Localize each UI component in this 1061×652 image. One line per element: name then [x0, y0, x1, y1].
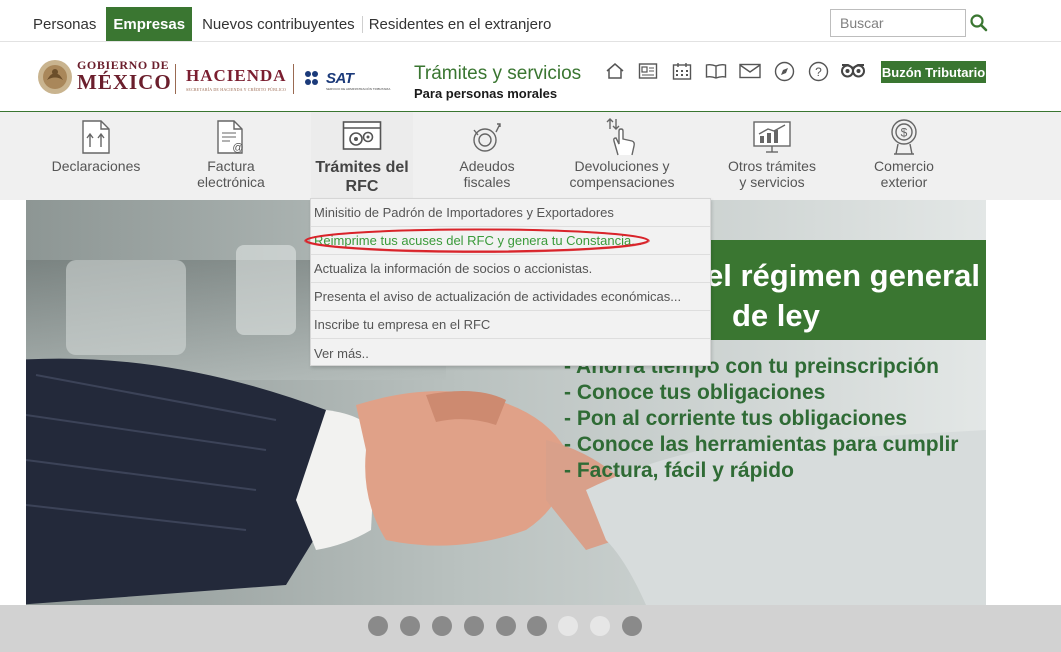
- category-devoluciones[interactable]: Devoluciones y compensaciones: [566, 112, 678, 200]
- carousel-dot[interactable]: [464, 616, 484, 636]
- owl-icon[interactable]: [840, 60, 866, 82]
- mail-icon[interactable]: [739, 60, 761, 82]
- buzon-tributario-button[interactable]: Buzón Tributario: [881, 61, 986, 83]
- sat-logo[interactable]: SAT: [326, 70, 354, 87]
- compass-icon[interactable]: [773, 60, 795, 82]
- eagle-emblem-icon: [36, 58, 74, 101]
- dropdown-item-reimprime-acuses[interactable]: Reimprime tus acuses del RFC y genera tu…: [311, 227, 710, 255]
- tramites-rfc-icon: [342, 112, 382, 156]
- hero-bullet: - Factura, fácil y rápido: [564, 459, 794, 482]
- carousel-dot[interactable]: [400, 616, 420, 636]
- hero-bullet: - Pon al corriente tus obligaciones: [564, 407, 908, 430]
- category-declaraciones[interactable]: Declaraciones: [46, 112, 146, 200]
- dropdown-item-actividades-economicas[interactable]: Presenta el aviso de actualización de ac…: [311, 283, 710, 311]
- search-icon[interactable]: [967, 10, 991, 36]
- category-nav: Declaraciones @ Factura electrónica Trámi…: [0, 112, 1061, 200]
- nav-residentes-extranjero[interactable]: Residentes en el extranjero: [361, 7, 559, 41]
- carousel-dot[interactable]: [527, 616, 547, 636]
- audience-nav: Personas Empresas Nuevos contribuyentes …: [26, 7, 558, 41]
- category-label: Trámites del RFC: [315, 159, 409, 195]
- dropdown-item-inscribe-empresa[interactable]: Inscribe tu empresa en el RFC: [311, 311, 710, 339]
- svg-text:$: $: [901, 126, 908, 140]
- category-label: Otros trámites y servicios: [728, 158, 816, 190]
- category-tramites-rfc[interactable]: Trámites del RFC: [311, 112, 413, 200]
- otros-tramites-icon: [752, 112, 792, 156]
- comercio-exterior-icon: $: [888, 112, 920, 156]
- category-adeudos-fiscales[interactable]: Adeudos fiscales: [446, 112, 528, 200]
- hacienda-logo[interactable]: HACIENDA SECRETARÍA DE HACIENDA Y CRÉDIT…: [186, 67, 287, 92]
- logo-divider: [293, 64, 294, 94]
- declaraciones-icon: [81, 112, 111, 156]
- category-otros-tramites[interactable]: Otros trámites y servicios: [720, 112, 824, 200]
- hacienda-subtitle: SECRETARÍA DE HACIENDA Y CRÉDITO PÚBLICO: [186, 87, 287, 92]
- dropdown-item-padron-importadores[interactable]: Minisitio de Padrón de Importadores y Ex…: [311, 199, 710, 227]
- gob-line2: MÉXICO: [77, 70, 172, 94]
- category-comercio-exterior[interactable]: $ Comercio exterior: [866, 112, 942, 200]
- page-subtitle: Para personas morales: [414, 86, 558, 101]
- carousel-dot[interactable]: [432, 616, 452, 636]
- news-icon[interactable]: [637, 60, 659, 82]
- svg-text:@: @: [232, 142, 243, 154]
- nav-personas[interactable]: Personas: [26, 7, 103, 41]
- svg-text:?: ?: [815, 65, 822, 79]
- nav-empresas[interactable]: Empresas: [106, 7, 193, 41]
- help-icon[interactable]: ?: [807, 60, 829, 82]
- category-label: Factura electrónica: [197, 158, 265, 190]
- hero-green-banner: el régimen general de ley: [706, 240, 986, 340]
- category-factura-electronica[interactable]: @ Factura electrónica: [186, 112, 276, 200]
- hero-bullet: - Conoce tus obligaciones: [564, 381, 826, 404]
- category-label: Adeudos fiscales: [459, 158, 515, 190]
- carousel-bar: [0, 605, 1061, 652]
- carousel-dot[interactable]: [590, 616, 610, 636]
- gobierno-mexico-logo[interactable]: GOBIERNO DE MÉXICO: [77, 59, 172, 93]
- search-input[interactable]: [830, 9, 966, 37]
- dropdown-item-ver-mas[interactable]: Ver más..: [311, 339, 710, 367]
- book-icon[interactable]: [705, 60, 727, 82]
- category-label: Comercio exterior: [874, 158, 934, 190]
- home-icon[interactable]: [604, 60, 626, 82]
- factura-icon: @: [216, 112, 246, 156]
- adeudos-icon: [469, 112, 505, 156]
- tramites-rfc-dropdown: Minisitio de Padrón de Importadores y Ex…: [310, 198, 711, 366]
- hero-banner-line1: el régimen general: [706, 258, 980, 293]
- page-title: Trámites y servicios: [414, 63, 582, 84]
- carousel-dot[interactable]: [496, 616, 516, 636]
- logo-divider: [175, 64, 176, 94]
- carousel-dot[interactable]: [558, 616, 578, 636]
- nav-nuevos-contribuyentes[interactable]: Nuevos contribuyentes: [195, 7, 362, 41]
- category-label: Devoluciones y compensaciones: [569, 158, 675, 190]
- site-header: GOBIERNO DE MÉXICO HACIENDA SECRETARÍA D…: [0, 42, 1061, 112]
- carousel-dot[interactable]: [368, 616, 388, 636]
- sat-subtitle: SERVICIO DE ADMINISTRACIÓN TRIBUTARIA: [326, 87, 391, 91]
- top-bar: Personas Empresas Nuevos contribuyentes …: [0, 0, 1061, 42]
- category-label: Declaraciones: [51, 158, 141, 174]
- hero-bullet: - Conoce las herramientas para cumplir: [564, 433, 959, 456]
- calendar-icon[interactable]: [671, 60, 693, 82]
- sat-symbol-icon: [304, 70, 324, 93]
- hero-banner-line2: de ley: [732, 298, 820, 333]
- dropdown-item-socios-accionistas[interactable]: Actualiza la información de socios o acc…: [311, 255, 710, 283]
- hero-bullet-list: - Ahorra tiempo con tu preinscripción - …: [564, 354, 958, 484]
- carousel-dot[interactable]: [622, 616, 642, 636]
- hacienda-name: HACIENDA: [186, 66, 287, 85]
- devoluciones-icon: [604, 112, 640, 156]
